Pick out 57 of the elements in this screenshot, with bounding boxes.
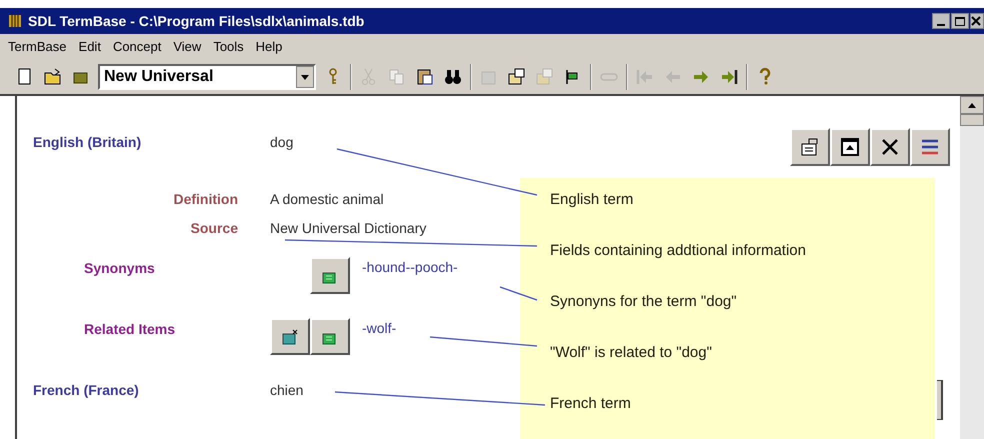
annotation-text: Synonyns for the term "dog" [550,293,737,310]
close-button[interactable] [970,13,984,29]
menu-item[interactable]: View [173,37,202,57]
term-text: chien [270,381,304,400]
maximize-button[interactable] [951,13,969,29]
annotation-text: French term [550,395,631,412]
open-folder-icon [43,67,63,87]
crossref-link[interactable]: -hound--pooch- [362,257,458,277]
window-up-icon [840,137,860,157]
app-icon [8,14,22,28]
menu-item[interactable]: Concept [112,37,162,57]
field-label: Definition [172,190,239,209]
menu-item[interactable]: Edit [78,37,101,57]
crossref-label: Related Items [83,320,176,339]
first-arrow-icon [635,67,655,87]
delete-button[interactable] [870,128,910,166]
binoculars-icon [443,67,463,87]
expand-button[interactable] [830,128,870,166]
annotation-text: English term [550,191,634,208]
dropdown-arrow-button[interactable] [296,66,314,88]
add-link-button[interactable] [310,318,350,355]
language-label: French (France) [33,381,140,400]
field-value: A domestic animal [270,190,384,209]
crossref-label: Synonyms [83,259,156,278]
window-title: SDL TermBase - C:\Program Files\sdlx\animals.tdb [28,12,364,31]
properties-button[interactable] [790,128,830,166]
form-icon [535,67,555,87]
dictionary-dropdown[interactable]: New Universal [98,64,316,90]
splitter-handle[interactable] [937,380,943,420]
term-text: dog [270,133,294,152]
minimize-button[interactable] [932,13,950,29]
scrollbar[interactable] [960,96,984,439]
menu-item[interactable]: Tools [213,37,244,57]
last-arrow-icon [719,67,739,87]
remove-entry-icon [280,328,300,346]
field-value: New Universal Dictionary [270,219,426,238]
lines-icon [920,137,940,157]
annotation-text: "Wolf" is related to "dog" [550,344,712,361]
field-label: Source [190,219,239,238]
layout-button[interactable] [910,128,950,166]
form-icon [800,137,820,157]
annotation-text: Fields containing addtional information [550,242,806,259]
scroll-thumb[interactable] [960,114,984,126]
close-icon [881,138,899,156]
down-arrow-icon [301,74,309,80]
add-link-button[interactable] [310,257,350,294]
dropdown-value: New Universal [103,67,214,87]
language-label: English (Britain) [33,133,142,152]
crossref-link[interactable]: -wolf- [362,318,396,338]
menu-item[interactable]: TermBase [8,37,67,57]
menu-item[interactable]: Help [256,37,282,57]
leader-line [500,286,538,301]
clipboard-icon [415,67,435,87]
remove-link-button[interactable] [270,318,310,355]
up-arrow-icon [968,102,976,108]
form-icon [507,67,527,87]
scroll-up-button[interactable] [960,96,984,114]
